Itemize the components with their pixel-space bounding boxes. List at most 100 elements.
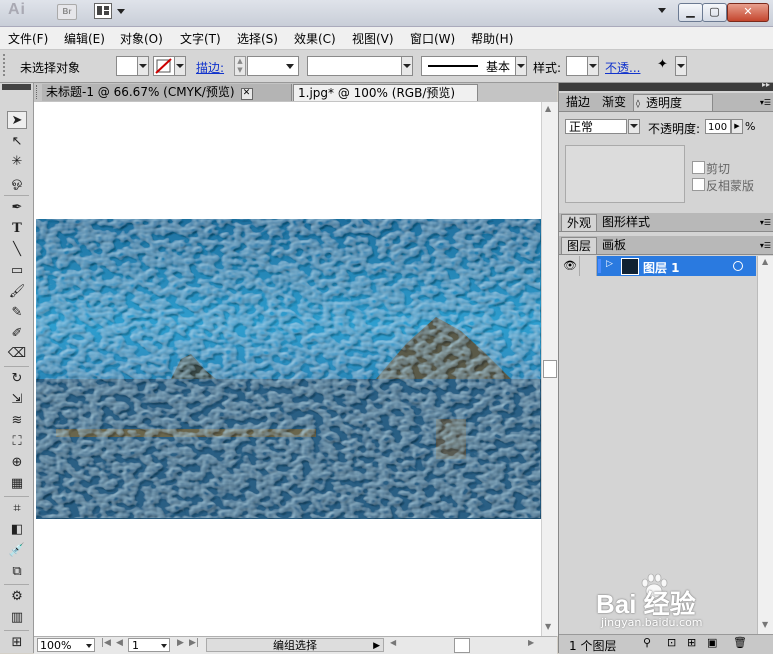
menu-type[interactable]: 文字(T) [180,30,221,47]
layer-row[interactable]: 👁 ▷ 图层 1 [561,256,756,276]
scale-tool-icon[interactable]: ⇲ [7,391,27,409]
selection-tool-icon[interactable]: ➤ [7,111,27,129]
menu-view[interactable]: 视图(V) [352,30,394,47]
menu-edit[interactable]: 编辑(E) [64,30,105,47]
scroll-up-icon[interactable]: ▲ [762,257,768,266]
menu-object[interactable]: 对象(O) [120,30,163,47]
scroll-right-icon[interactable]: ▶ [528,638,534,647]
graphic-style-swatch[interactable] [566,56,588,76]
tab-stroke[interactable]: 描边 [561,94,595,111]
blend-tool-icon[interactable]: ⧉ [7,563,27,581]
horizontal-scroll-thumb[interactable] [454,638,470,653]
next-artboard-icon[interactable]: ▶ [177,638,184,648]
arrange-dropdown-icon[interactable] [117,9,125,14]
placed-image-artwork[interactable] [36,219,541,519]
variable-width-field[interactable] [307,56,402,76]
eyedropper-tool-icon[interactable]: 💉 [7,542,27,560]
opacity-link[interactable]: 不透... [605,59,640,76]
opacity-slider-button[interactable]: ▶ [731,119,743,134]
stroke-weight-stepper[interactable]: ▲ ▼ [234,56,246,76]
artboard-tool-icon[interactable]: ⊞ [7,634,27,652]
locate-object-icon[interactable]: ⚲ [643,636,651,649]
make-clipping-mask-icon[interactable]: ⊡ [667,636,676,649]
magic-wand-tool-icon[interactable]: ✳ [7,153,27,171]
line-tool-icon[interactable]: ╲ [7,241,27,259]
stroke-label-link[interactable]: 描边: [196,59,224,76]
symbol-sprayer-tool-icon[interactable]: ⚙ [7,588,27,606]
tab-appearance[interactable]: 外观 [561,214,598,231]
workspace-dropdown-icon[interactable] [658,8,666,13]
mesh-tool-icon[interactable]: ⌗ [7,500,27,518]
type-tool-icon[interactable]: T [7,220,27,238]
scroll-down-icon[interactable]: ▼ [545,622,551,631]
toolbox-header[interactable] [2,84,31,90]
stroke-swatch[interactable] [153,56,175,76]
brush-definition-field[interactable]: 基本 [421,56,516,76]
tab-graphic-styles[interactable]: 图形样式 [597,214,655,231]
scroll-up-icon[interactable]: ▲ [545,104,551,113]
fill-swatch[interactable] [116,56,138,76]
free-transform-tool-icon[interactable]: ⛶ [7,433,27,451]
shape-builder-tool-icon[interactable]: ⊕ [7,454,27,472]
menu-file[interactable]: 文件(F) [8,30,48,47]
invert-mask-checkbox[interactable] [692,178,705,191]
blend-mode-dropdown[interactable] [628,119,640,134]
menu-window[interactable]: 窗口(W) [410,30,455,47]
recolor-dropdown[interactable] [675,56,687,76]
status-menu-arrow-icon[interactable]: ▶ [373,639,380,653]
rectangle-tool-icon[interactable]: ▭ [7,262,27,280]
tab-artboards[interactable]: 画板 [597,237,631,254]
delete-layer-icon[interactable]: 🗑 [733,636,747,649]
collapse-dock-icon[interactable]: ▸▸ [762,80,770,89]
opacity-field[interactable]: 100 [705,119,731,134]
new-layer-icon[interactable]: ▣ [707,636,717,649]
vertical-scroll-thumb[interactable] [543,360,557,378]
arrange-documents-icon[interactable] [94,3,112,19]
visibility-eye-icon[interactable]: 👁 [561,256,580,276]
gradient-tool-icon[interactable]: ◧ [7,521,27,539]
scroll-left-icon[interactable]: ◀ [390,638,396,647]
column-graph-tool-icon[interactable]: ▥ [7,609,27,627]
menu-effect[interactable]: 效果(C) [294,30,336,47]
tab-close-icon[interactable]: ✕ [240,88,253,100]
graphic-style-dropdown[interactable] [587,56,599,76]
opacity-mask-thumbnail[interactable] [565,145,685,203]
bridge-button[interactable]: Br [57,4,77,20]
dock-header[interactable]: ▸▸ [559,80,773,91]
artboard-number-field[interactable]: 1 [128,638,170,652]
tab-1-jpg[interactable]: 1.jpg* @ 100% (RGB/预览)✕ [293,84,478,118]
stroke-weight-field[interactable] [247,56,299,76]
tab-transparency[interactable]: ◊ 透明度 [633,94,713,111]
panel-menu-icon[interactable]: ▾☰ [760,98,771,107]
panel-menu-icon[interactable]: ▾☰ [760,218,771,227]
maximize-button[interactable]: ▢ [702,3,727,22]
layer-target-icon[interactable] [733,261,743,271]
perspective-grid-tool-icon[interactable]: ▦ [7,475,27,493]
panel-menu-icon[interactable]: ▾☰ [760,241,771,250]
blob-brush-tool-icon[interactable]: ✐ [7,325,27,343]
direct-selection-tool-icon[interactable]: ↖ [7,133,27,151]
fill-dropdown[interactable] [137,56,149,76]
prev-artboard-icon[interactable]: ◀ [116,638,123,648]
lasso-tool-icon[interactable]: ஓ [7,174,27,192]
new-sublayer-icon[interactable]: ⊞ [687,636,696,649]
lock-toggle[interactable] [580,256,597,276]
rotate-tool-icon[interactable]: ↻ [7,370,27,388]
pencil-tool-icon[interactable]: ✎ [7,304,27,322]
stroke-dropdown[interactable] [174,56,186,76]
minimize-button[interactable]: ▁ [678,3,703,22]
recolor-wand-icon[interactable]: ✦ [657,57,668,72]
layer-name[interactable]: 图层 1 [643,259,680,276]
tab-layers[interactable]: 图层 [561,237,598,254]
brush-dropdown[interactable] [515,56,527,76]
status-tool-field[interactable]: 编组选择 ▶ [206,638,384,652]
expand-triangle-icon[interactable]: ▷ [606,259,613,269]
warp-tool-icon[interactable]: ≋ [7,412,27,430]
paintbrush-tool-icon[interactable]: 🖌 [7,283,27,301]
last-artboard-icon[interactable]: ▶| [189,638,199,648]
pen-tool-icon[interactable]: ✒ [7,199,27,217]
close-button[interactable]: ✕ [727,3,769,22]
zoom-field[interactable]: 100% [37,638,95,652]
first-artboard-icon[interactable]: |◀ [101,638,111,648]
eraser-tool-icon[interactable]: ⌫ [7,345,27,363]
